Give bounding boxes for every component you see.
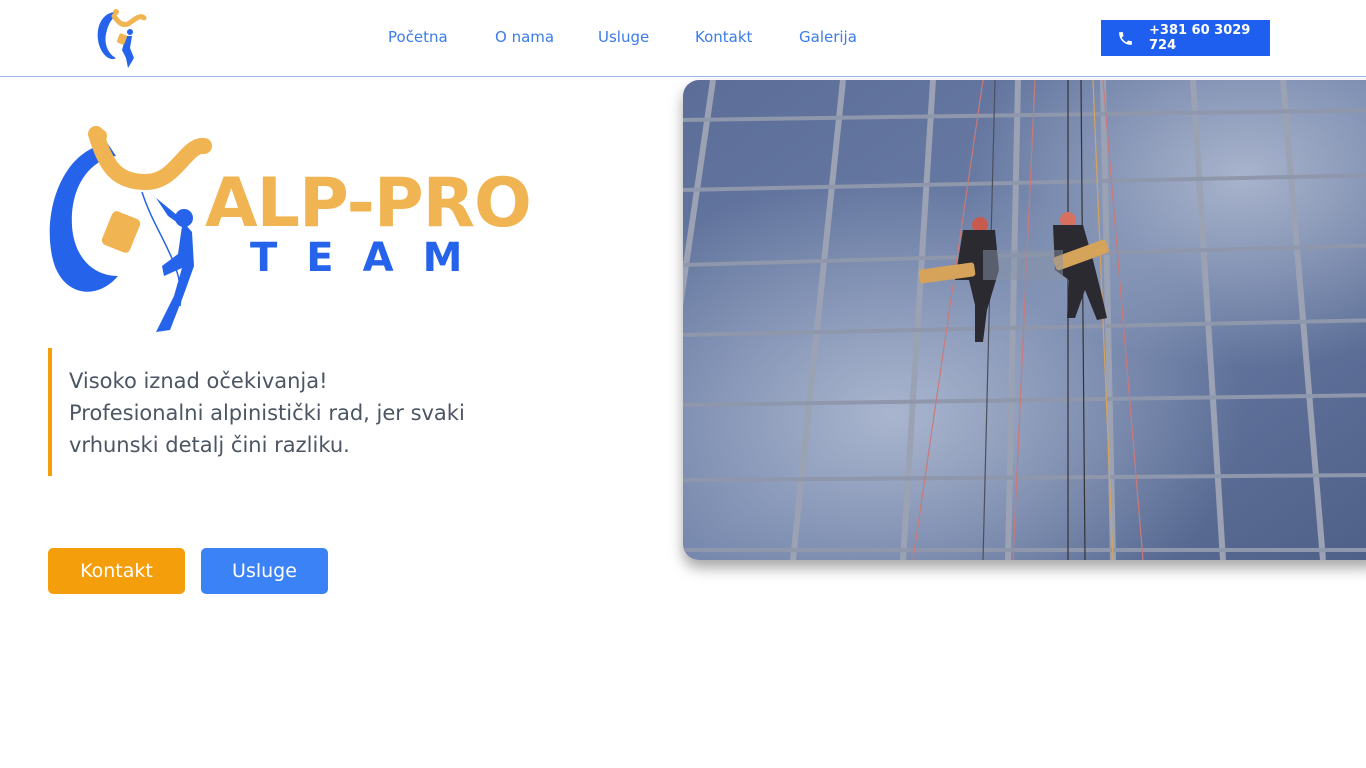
brand-name: ALP-PRO — [205, 164, 532, 243]
nav-item-usluge[interactable]: Usluge — [598, 28, 649, 46]
hero-tagline: Visoko iznad očekivanja! Profesionalni a… — [69, 369, 465, 457]
kontakt-button[interactable]: Kontakt — [48, 548, 185, 594]
phone-number: +381 60 3029 724 — [1149, 23, 1251, 53]
nav-item-pocetna[interactable]: Početna — [388, 28, 448, 46]
brand-subtitle: TEAM — [250, 235, 492, 281]
nav-item-kontakt[interactable]: Kontakt — [695, 28, 752, 46]
phone-icon — [1119, 31, 1132, 45]
nav-item-o-nama[interactable]: O nama — [495, 28, 554, 46]
hero-tagline-block: Visoko iznad očekivanja! Profesionalni a… — [48, 348, 468, 476]
site-header: Početna O nama Usluge Kontakt Galerija +… — [0, 0, 1366, 77]
nav-item-galerija[interactable]: Galerija — [799, 28, 857, 46]
usluge-button[interactable]: Usluge — [201, 548, 328, 594]
hero-image — [683, 80, 1366, 560]
phone-button[interactable]: +381 60 3029 724 — [1101, 20, 1270, 56]
